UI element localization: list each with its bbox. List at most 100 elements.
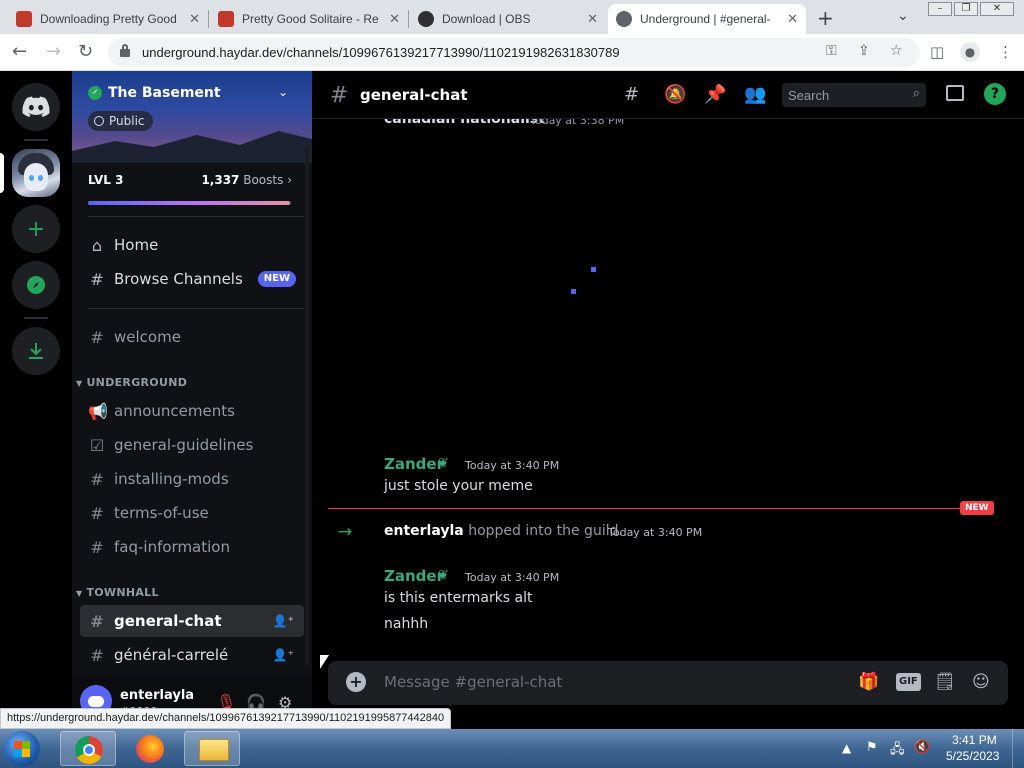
pin-icon[interactable]: 📌 — [704, 84, 726, 105]
share-icon[interactable]: ⇪ — [858, 43, 870, 59]
back-arrow-icon[interactable]: ← — [12, 42, 27, 62]
channel-general-chat[interactable]: # general-chat 👤⁺ — [80, 605, 304, 637]
lock-icon[interactable] — [120, 44, 130, 57]
browse-channels-nav-item[interactable]: # Browse Channels NEW — [80, 263, 304, 295]
notifications-muted-icon[interactable]: 🔕 — [664, 84, 686, 105]
tab-separator — [208, 10, 209, 28]
maximize-button[interactable]: ❐ — [954, 2, 978, 16]
bookmark-star-icon[interactable]: ☆ — [890, 43, 903, 59]
taskbar-firefox[interactable] — [122, 731, 178, 766]
inbox-icon[interactable] — [946, 85, 964, 101]
category-townhall[interactable]: ▼ TOWNHALL — [76, 586, 159, 599]
tab-label: Downloading Pretty Good — [40, 12, 177, 26]
channel-label: faq-information — [114, 538, 230, 556]
channel-label: installing-mods — [114, 470, 229, 488]
emoji-icon[interactable]: ☺ — [972, 672, 990, 692]
divider — [88, 308, 304, 309]
message-author[interactable]: Zander — [384, 455, 444, 473]
clock-time[interactable]: 3:41 PM — [952, 733, 997, 747]
side-panel-icon[interactable]: ◫ — [930, 43, 944, 61]
browser-tab[interactable]: Download | OBS ✕ — [410, 4, 606, 34]
download-apps-button[interactable] — [12, 327, 60, 375]
add-server-button[interactable]: + — [12, 205, 60, 253]
threads-icon[interactable]: # — [624, 84, 639, 105]
boosts-button[interactable]: 1,337 Boosts › — [201, 173, 292, 187]
channel-terms-of-use[interactable]: # terms-of-use — [80, 497, 304, 529]
tab-search-chevron-icon[interactable]: ⌄ — [897, 8, 909, 24]
close-icon[interactable]: ✕ — [787, 11, 798, 27]
channel-faq-information[interactable]: # faq-information — [80, 531, 304, 563]
sticker-icon[interactable]: 🗒 — [934, 672, 956, 692]
home-nav-item[interactable]: ⌂ Home — [80, 229, 304, 261]
username[interactable]: enterlayla — [120, 688, 194, 703]
volume-muted-icon[interactable]: 🔇 — [914, 740, 930, 755]
browser-tab-active[interactable]: Underground | #general- ✕ — [608, 4, 806, 34]
message-author[interactable]: Zander — [384, 567, 444, 585]
minimize-button[interactable]: – — [928, 2, 952, 16]
message-author[interactable]: canadian nationalist — [384, 119, 545, 127]
taskbar-chrome[interactable] — [60, 731, 116, 766]
message-input[interactable] — [384, 671, 824, 693]
close-window-button[interactable]: ✕ — [980, 2, 1014, 16]
gif-button[interactable]: GIF — [896, 673, 921, 691]
upload-plus-button[interactable]: + — [346, 672, 366, 692]
member-list-icon[interactable]: 👥 — [744, 84, 766, 105]
chevron-right-icon: › — [287, 173, 292, 187]
browser-toolbar: ← → ↻ underground.haydar.dev/channels/10… — [0, 34, 1024, 71]
close-icon[interactable]: ✕ — [189, 11, 200, 27]
add-member-icon[interactable]: 👤⁺ — [273, 648, 294, 662]
search-icon[interactable]: ⌕ — [913, 86, 920, 101]
profile-avatar-icon[interactable]: ● — [960, 42, 980, 62]
help-icon[interactable]: ? — [984, 83, 1006, 105]
chevron-down-icon: ▼ — [76, 589, 83, 598]
url-text[interactable]: underground.haydar.dev/channels/10996761… — [142, 45, 620, 60]
reload-icon[interactable]: ↻ — [78, 42, 93, 62]
action-center-flag-icon[interactable]: ⚑ — [866, 740, 878, 755]
channel-general-carrele[interactable]: # général-carrelé 👤⁺ — [80, 639, 304, 671]
sidebar-scrollbar[interactable] — [305, 146, 309, 666]
key-icon[interactable]: ⚿ — [826, 43, 837, 59]
join-text: hopped into the guild. — [468, 523, 623, 539]
channel-general-guidelines[interactable]: ☑ general-guidelines — [80, 429, 304, 461]
new-messages-badge: NEW — [960, 501, 994, 515]
globe-favicon-icon — [616, 11, 632, 27]
browser-tab[interactable]: Pretty Good Solitaire - Re ✕ — [210, 4, 408, 34]
network-icon[interactable]: 🖧 — [890, 740, 905, 762]
server-name-button[interactable]: ✓ The Basement — [88, 85, 221, 101]
hash-icon: # — [90, 327, 104, 347]
browser-menu-icon[interactable]: ⋮ — [998, 43, 1013, 61]
add-member-icon[interactable]: 👤⁺ — [273, 614, 294, 628]
clock-date[interactable]: 5/25/2023 — [946, 749, 999, 763]
compass-icon — [27, 276, 45, 294]
megaphone-icon: 📢 — [88, 401, 108, 421]
close-icon[interactable]: ✕ — [389, 11, 400, 27]
chevron-down-icon[interactable]: ⌄ — [278, 85, 288, 99]
search-input[interactable] — [788, 86, 898, 104]
gift-icon[interactable]: 🎁 — [858, 672, 879, 692]
show-desktop-button[interactable] — [1012, 729, 1024, 768]
discord-home-button[interactable] — [12, 83, 60, 131]
category-underground[interactable]: ▼ UNDERGROUND — [76, 376, 187, 389]
search-box[interactable]: ⌕ — [782, 83, 926, 107]
windows-taskbar: ▲ ⚑ 🖧 🔇 3:41 PM 5/25/2023 — [0, 729, 1024, 768]
category-label: UNDERGROUND — [86, 376, 188, 389]
browser-tab[interactable]: Downloading Pretty Good ✕ — [8, 4, 208, 34]
selected-server-indicator — [0, 153, 4, 193]
new-badge: NEW — [257, 271, 296, 287]
server-icon-the-basement[interactable] — [12, 149, 60, 197]
close-icon[interactable]: ✕ — [587, 11, 598, 27]
server-name: The Basement — [108, 85, 221, 101]
explore-servers-button[interactable] — [12, 261, 60, 309]
hash-icon: # — [90, 503, 104, 523]
message-timestamp: Today at 3:38 PM — [530, 119, 625, 127]
new-tab-button[interactable]: + — [817, 6, 834, 30]
channel-installing-mods[interactable]: # installing-mods — [80, 463, 304, 495]
channel-announcements[interactable]: 📢 announcements — [80, 395, 304, 427]
join-username[interactable]: enterlayla — [384, 523, 464, 539]
taskbar-explorer[interactable] — [184, 731, 240, 766]
forward-arrow-icon[interactable]: → — [46, 42, 61, 62]
start-button[interactable] — [4, 731, 40, 767]
channel-welcome[interactable]: # welcome — [80, 321, 304, 353]
address-bar[interactable]: underground.haydar.dev/channels/10996761… — [108, 38, 920, 67]
show-hidden-icons-icon[interactable]: ▲ — [842, 741, 851, 755]
